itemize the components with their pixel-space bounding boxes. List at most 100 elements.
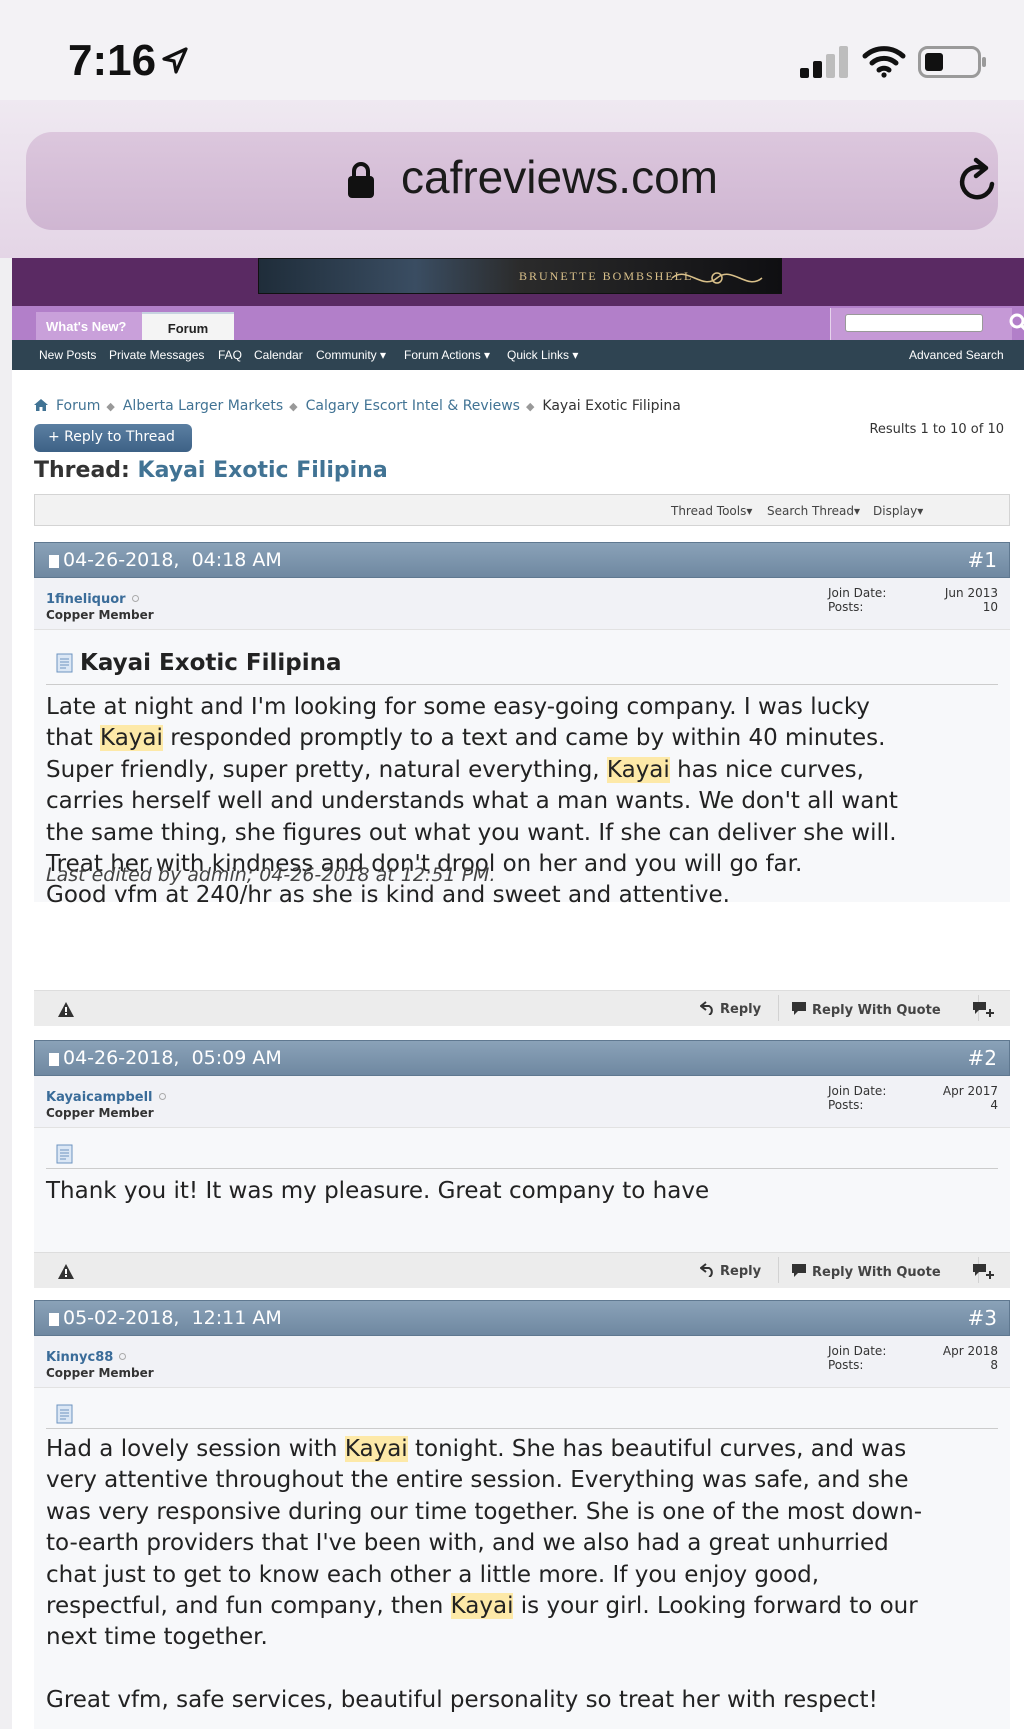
breadcrumb-separator-icon: ◆ bbox=[289, 400, 298, 413]
multi-quote-icon[interactable] bbox=[972, 1263, 996, 1280]
subnav-private-messages[interactable]: Private Messages bbox=[109, 348, 204, 362]
reply-button[interactable]: Reply bbox=[700, 1001, 761, 1017]
post-message: Thank you it! It was my pleasure. Great … bbox=[46, 1178, 710, 1204]
thread-tools-menu[interactable]: Thread Tools▾ bbox=[671, 504, 752, 518]
post-footer: Reply Reply With Quote bbox=[34, 990, 1010, 1026]
username[interactable]: Kayaicampbell bbox=[46, 1090, 166, 1105]
thread-toolbar: Thread Tools▾ Search Thread▾ Display▾ bbox=[34, 494, 1010, 526]
posts-value: 4 bbox=[990, 1098, 998, 1112]
breadcrumb-alberta[interactable]: Alberta Larger Markets bbox=[123, 398, 283, 414]
username[interactable]: 1fineliquor bbox=[46, 592, 139, 607]
search-thread-menu[interactable]: Search Thread▾ bbox=[767, 504, 860, 518]
message-line-6: respectful, and fun company, then Kayai … bbox=[46, 1593, 918, 1620]
post-number[interactable]: #3 bbox=[968, 1306, 997, 1330]
post-1: 04-26-2018, 04:18 AM #1 1fineliquor Copp… bbox=[34, 542, 1010, 1026]
message-line-1: Had a lovely session with Kayai tonight.… bbox=[46, 1436, 907, 1462]
subnav-calendar[interactable]: Calendar bbox=[254, 348, 303, 362]
post-status-icon bbox=[49, 555, 59, 568]
subnav-new-posts[interactable]: New Posts bbox=[39, 348, 96, 362]
main-content: Forum ◆ Alberta Larger Markets ◆ Calgary Esc… bbox=[12, 382, 1024, 1729]
subnav-forum-actions[interactable]: Forum Actions ▾ bbox=[404, 348, 490, 362]
reply-with-quote-button[interactable]: Reply With Quote bbox=[791, 1001, 941, 1018]
username[interactable]: Kinnyc88 bbox=[46, 1350, 127, 1365]
advanced-search-link[interactable]: Advanced Search bbox=[909, 348, 1004, 362]
page-title: Thread: Kayai Exotic Filipina bbox=[34, 458, 388, 483]
ornament-icon bbox=[671, 272, 763, 284]
online-status-icon bbox=[131, 595, 139, 602]
breadcrumb: Forum ◆ Alberta Larger Markets ◆ Calgary Esc… bbox=[34, 398, 687, 414]
sub-navbar: New Posts Private Messages FAQ Calendar … bbox=[12, 340, 1024, 370]
reply-to-thread-button[interactable]: + Reply to Thread bbox=[34, 424, 192, 452]
post-3: 05-02-2018, 12:11 AM #3 Kinnyc88 Copper … bbox=[34, 1300, 1010, 1729]
web-page: BRUNETTE BOMBSHELL What's New? Forum New… bbox=[12, 258, 1024, 1729]
results-count: Results 1 to 10 of 10 bbox=[869, 422, 1004, 437]
divider bbox=[46, 1168, 998, 1169]
report-warning-icon[interactable] bbox=[58, 1264, 74, 1279]
join-date-value: Jun 2013 bbox=[944, 586, 998, 600]
highlight-kayai: Kayai bbox=[450, 1593, 514, 1620]
post-message: Had a lovely session with Kayai tonight.… bbox=[46, 1436, 922, 1714]
document-icon bbox=[56, 653, 73, 673]
post-user-info: Kayaicampbell Copper Member Join Date: A… bbox=[34, 1076, 1010, 1128]
message-line-3: Super friendly, super pretty, natural ev… bbox=[46, 756, 864, 783]
quote-bubble-icon bbox=[792, 1264, 806, 1277]
posts-label: Posts: bbox=[828, 1098, 864, 1112]
search-input[interactable] bbox=[845, 314, 983, 332]
site-header: BRUNETTE BOMBSHELL bbox=[12, 258, 1024, 306]
join-date-label: Join Date: bbox=[828, 1084, 887, 1098]
user-rank: Copper Member bbox=[46, 1106, 154, 1120]
home-icon[interactable] bbox=[34, 399, 48, 411]
main-navbar: What's New? Forum bbox=[12, 306, 1024, 340]
user-rank: Copper Member bbox=[46, 1366, 154, 1380]
cellular-signal-icon bbox=[800, 46, 848, 78]
breadcrumb-calgary[interactable]: Calgary Escort Intel & Reviews bbox=[306, 398, 520, 414]
post-user-info: 1fineliquor Copper Member Join Date: Jun… bbox=[34, 578, 1010, 630]
banner-ad[interactable]: BRUNETTE BOMBSHELL bbox=[258, 258, 782, 294]
post-footer: Reply Reply With Quote bbox=[34, 1252, 1010, 1288]
search-icon[interactable] bbox=[1008, 312, 1024, 334]
posts-label: Posts: bbox=[828, 1358, 864, 1372]
post-date: 04-26-2018, 04:18 AM bbox=[63, 549, 282, 571]
document-icon bbox=[56, 1404, 73, 1424]
posts-value: 10 bbox=[982, 600, 998, 614]
subnav-community[interactable]: Community ▾ bbox=[316, 348, 386, 362]
wifi-icon bbox=[862, 46, 906, 78]
display-menu[interactable]: Display▾ bbox=[873, 504, 923, 518]
reload-icon[interactable] bbox=[954, 156, 1002, 206]
user-rank: Copper Member bbox=[46, 608, 154, 622]
location-arrow-icon bbox=[162, 47, 188, 74]
tab-forum[interactable]: Forum bbox=[142, 312, 234, 340]
post-body: Thank you it! It was my pleasure. Great … bbox=[34, 1128, 1010, 1252]
divider bbox=[46, 1428, 998, 1429]
post-date: 05-02-2018, 12:11 AM bbox=[63, 1307, 282, 1329]
reply-arrow-icon bbox=[700, 1001, 713, 1015]
url-text: cafreviews.com bbox=[401, 151, 718, 203]
multi-quote-icon[interactable] bbox=[972, 1001, 996, 1018]
subnav-quick-links[interactable]: Quick Links ▾ bbox=[507, 348, 578, 362]
address-bar[interactable]: cafreviews.com bbox=[26, 132, 998, 230]
reply-with-quote-button[interactable]: Reply With Quote bbox=[791, 1263, 941, 1280]
lock-icon bbox=[348, 162, 374, 198]
post-subject: Kayai Exotic Filipina bbox=[80, 650, 342, 676]
post-user-info: Kinnyc88 Copper Member Join Date: Apr 20… bbox=[34, 1336, 1010, 1388]
tab-whats-new[interactable]: What's New? bbox=[36, 312, 152, 340]
thread-title-link[interactable]: Kayai Exotic Filipina bbox=[138, 458, 388, 483]
report-warning-icon[interactable] bbox=[58, 1002, 74, 1017]
reply-button[interactable]: Reply bbox=[700, 1263, 761, 1279]
battery-icon bbox=[918, 46, 986, 78]
subnav-faq[interactable]: FAQ bbox=[218, 348, 242, 362]
online-status-icon bbox=[158, 1093, 166, 1100]
post-body: Kayai Exotic Filipina Late at night and … bbox=[34, 630, 1010, 908]
document-icon bbox=[56, 1144, 73, 1164]
join-date-value: Apr 2017 bbox=[942, 1084, 998, 1098]
posts-value: 8 bbox=[990, 1358, 998, 1372]
post-number[interactable]: #1 bbox=[968, 548, 997, 572]
message-line-2: that Kayai responded promptly to a text … bbox=[46, 725, 886, 752]
browser-chrome: cafreviews.com bbox=[0, 100, 1024, 258]
breadcrumb-current: Kayai Exotic Filipina bbox=[542, 398, 681, 414]
breadcrumb-forum[interactable]: Forum bbox=[56, 398, 100, 414]
join-date-value: Apr 2018 bbox=[942, 1344, 998, 1358]
status-time: 7:16 bbox=[68, 36, 157, 85]
post-number[interactable]: #2 bbox=[968, 1046, 997, 1070]
posts-label: Posts: bbox=[828, 600, 864, 614]
